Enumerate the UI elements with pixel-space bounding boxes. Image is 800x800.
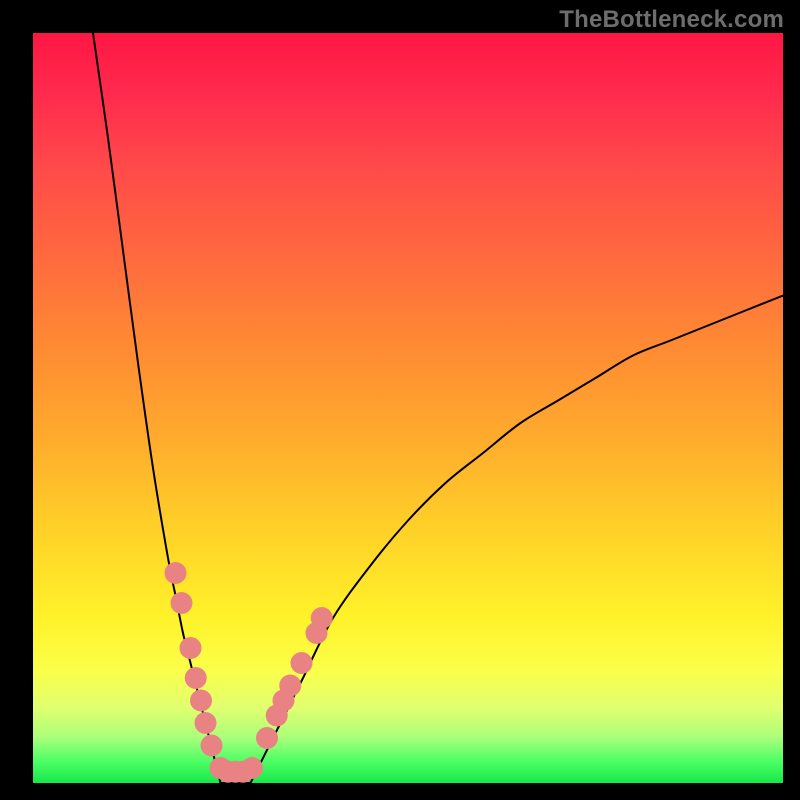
outer-frame: TheBottleneck.com xyxy=(0,0,800,800)
data-point xyxy=(171,592,193,614)
data-point xyxy=(291,652,313,674)
data-point xyxy=(256,727,278,749)
data-point xyxy=(279,675,301,697)
data-point xyxy=(201,735,223,757)
plot-area xyxy=(33,33,783,783)
data-point xyxy=(311,607,333,629)
watermark-text: TheBottleneck.com xyxy=(559,6,784,34)
data-point xyxy=(190,690,212,712)
data-point xyxy=(185,667,207,689)
chart-canvas xyxy=(33,33,783,783)
data-point xyxy=(241,757,263,779)
data-point xyxy=(180,637,202,659)
data-point xyxy=(195,712,217,734)
data-point xyxy=(165,562,187,584)
